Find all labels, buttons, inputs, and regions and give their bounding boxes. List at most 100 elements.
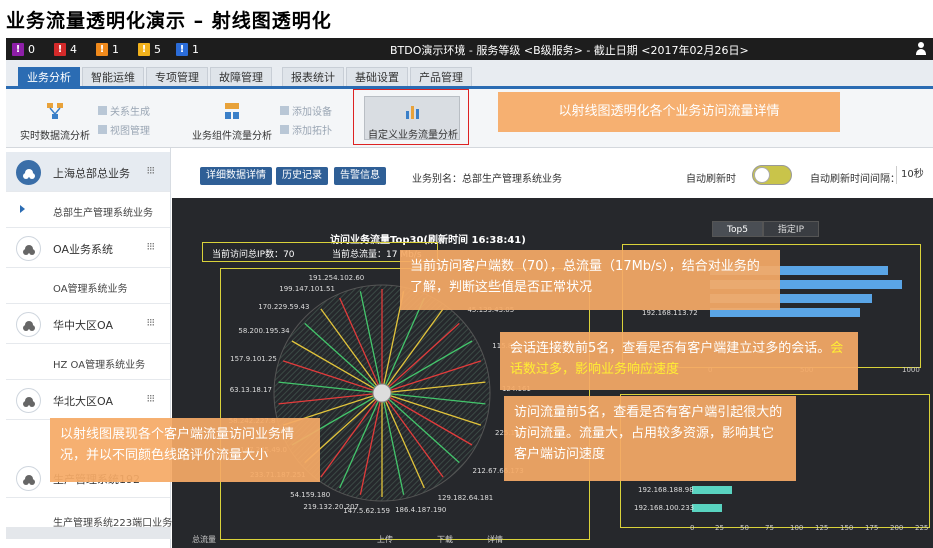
slide: 业务流量透明化演示 – 射线图透明化 ! 0 ! 4 ! 1 ! 5 ! 1 B… <box>0 0 933 548</box>
tab-special-management[interactable]: 专项管理 <box>146 67 208 86</box>
ip-label: 58.200.195.34 <box>238 326 290 335</box>
top-tabs: Top5 指定IP <box>712 221 820 237</box>
tab-fault-management[interactable]: 故障管理 <box>210 67 272 86</box>
sidebar-sub-oa-management[interactable]: OA管理系统业务 <box>6 268 170 304</box>
ip-label: 54.159.180 <box>290 490 331 499</box>
more-icon[interactable]: ⁝⁝⁝ <box>147 164 155 177</box>
add-device-button[interactable]: 添加设备 <box>280 103 332 118</box>
component-flow-button[interactable]: 业务组件流量分析 <box>192 101 272 142</box>
view-icon <box>98 125 107 134</box>
callout-traffic-top5: 访问流量前5名，查看是否有客户端引起很大的访问流量。流量大，占用较多资源，影响其… <box>504 396 796 481</box>
alert-icon: ! <box>12 42 24 56</box>
alert-info-button[interactable]: 告警信息 <box>334 167 386 185</box>
traffic-bar-5 <box>692 504 722 512</box>
business-node-icon <box>16 160 41 185</box>
more-icon[interactable]: ⁝⁝⁝ <box>147 240 155 253</box>
device-icon <box>280 106 289 115</box>
ip-label: 191.254.102.60 <box>308 273 365 282</box>
ip-label: 129.182.64.181 <box>437 494 494 503</box>
sidebar-item-oa[interactable]: OA业务系统 ⁝⁝⁝ <box>6 228 170 268</box>
detail-button[interactable]: 详细数据详情 <box>200 167 272 185</box>
alert-count: 1 <box>192 42 199 56</box>
alert-red[interactable]: ! 4 <box>54 42 77 56</box>
ip-label: 157.9.101.25 <box>230 355 277 364</box>
selected-ribbon-highlight: 自定义业务流量分析 <box>353 89 469 145</box>
slide-title: 业务流量透明化演示 – 射线图透明化 <box>6 10 332 32</box>
tab-specified-ip[interactable]: 指定IP <box>762 221 820 237</box>
ip-label: 186.4.187.190 <box>395 506 447 515</box>
bar-chart-icon <box>406 106 419 119</box>
tab-reports[interactable]: 报表统计 <box>282 67 344 86</box>
session-ip-label: 192.168.113.72 <box>642 309 698 317</box>
alert-icon: ! <box>96 42 108 56</box>
more-icon[interactable]: ⁝⁝⁝ <box>147 392 155 405</box>
axis-tick: 100 <box>790 524 804 532</box>
axis-tick: 50 <box>740 524 749 532</box>
realtime-flow-label: 实时数据流分析 <box>20 131 90 142</box>
callout-radar-description: 以射线图展现各个客户端流量访问业务情况，并以不同颜色线路评价流量大小 <box>50 418 320 482</box>
axis-tick: 225 <box>915 524 929 532</box>
alert-icon: ! <box>54 42 66 56</box>
clients-stat: 当前访问总IP数：70 <box>212 250 295 260</box>
custom-flow-button[interactable]: 自定义业务流量分析 <box>364 96 460 141</box>
view-management-button[interactable]: 视图管理 <box>98 122 150 137</box>
alert-orange[interactable]: ! 1 <box>96 42 119 56</box>
legend-upload: 上传 <box>377 535 393 544</box>
axis-tick: 200 <box>890 524 904 532</box>
alert-icon: ! <box>138 42 150 56</box>
network-flow-icon <box>47 103 63 119</box>
sidebar-item-shanghai[interactable]: 上海总部总业务 ⁝⁝⁝ <box>6 152 170 192</box>
component-flow-label: 业务组件流量分析 <box>192 131 272 142</box>
more-icon[interactable]: ⁝⁝⁝ <box>147 316 155 329</box>
sidebar-item-north-oa[interactable]: 华北大区OA ⁝⁝⁝ <box>6 380 170 420</box>
alert-blue[interactable]: ! 1 <box>176 42 199 56</box>
callout-radar-summary: 以射线图透明化各个业务访问流量详情 <box>498 92 840 132</box>
auto-refresh-toggle[interactable] <box>752 165 792 185</box>
tab-basic-settings[interactable]: 基础设置 <box>346 67 408 86</box>
alert-purple[interactable]: ! 0 <box>12 42 35 56</box>
sidebar-sub-hz-oa[interactable]: HZ OA管理系统业务 <box>6 344 170 380</box>
alert-yellow[interactable]: ! 5 <box>138 42 161 56</box>
sidebar-sub-hq-production[interactable]: 总部生产管理系统业务 <box>6 192 170 228</box>
alert-count: 4 <box>70 42 77 56</box>
alert-count: 0 <box>28 42 35 56</box>
alert-count: 5 <box>154 42 161 56</box>
refresh-interval-value[interactable]: 10秒 <box>896 166 926 184</box>
user-icon[interactable] <box>915 41 927 56</box>
business-sidebar: 上海总部总业务 ⁝⁝⁝ 总部生产管理系统业务 OA业务系统 ⁝⁝⁝ OA管理系统… <box>6 148 172 548</box>
main-tabs: 业务分析 智能运维 专项管理 故障管理 报表统计 基础设置 产品管理 <box>6 60 933 89</box>
topology-icon <box>280 125 289 134</box>
callout-session-top5: 会话连接数前5名，查看是否有客户端建立过多的会话。会话数过多，影响业务响应速度 <box>500 332 858 390</box>
history-button[interactable]: 历史记录 <box>276 167 328 185</box>
axis-tick: 25 <box>715 524 724 532</box>
callout-client-stats: 当前访问客户端数（70），总流量（17Mb/s），结合对业务的了解，判断这些值是… <box>400 250 780 310</box>
traffic-ip-label: 192.168.188.98 <box>638 486 694 494</box>
custom-flow-label: 自定义业务流量分析 <box>368 130 458 141</box>
axis-tick: 125 <box>815 524 829 532</box>
realtime-flow-button[interactable]: 实时数据流分析 <box>20 101 90 142</box>
add-topology-button[interactable]: 添加拓扑 <box>280 122 332 137</box>
relation-generate-button[interactable]: 关系生成 <box>98 103 150 118</box>
axis-tick: 0 <box>690 524 695 532</box>
ip-label: 147.5.62.159 <box>343 507 390 515</box>
traffic-bar-4 <box>692 486 732 494</box>
traffic-ip-label: 192.168.100.233 <box>634 504 695 512</box>
alert-count: 1 <box>112 42 119 56</box>
content-header: 详细数据详情 历史记录 告警信息 业务别名：总部生产管理系统业务 自动刷新时 自… <box>172 148 933 198</box>
status-bar: ! 0 ! 4 ! 1 ! 5 ! 1 BTDO演示环境 - 服务等级 <B级服… <box>6 38 933 60</box>
business-node-icon <box>16 236 41 261</box>
business-alias: 业务别名：总部生产管理系统业务 <box>412 174 562 185</box>
component-icon <box>225 103 239 119</box>
sidebar-scrollbar[interactable] <box>6 527 171 539</box>
tab-top5[interactable]: Top5 <box>712 221 763 237</box>
legend-total: 总流量 <box>192 535 216 544</box>
axis-tick: 75 <box>765 524 774 532</box>
auto-refresh-label: 自动刷新时 <box>686 174 736 185</box>
alert-icon: ! <box>176 42 188 56</box>
sidebar-item-central-oa[interactable]: 华中大区OA ⁝⁝⁝ <box>6 304 170 344</box>
tab-business-analysis[interactable]: 业务分析 <box>18 67 80 86</box>
tab-product-management[interactable]: 产品管理 <box>410 67 472 86</box>
tab-smart-ops[interactable]: 智能运维 <box>82 67 144 86</box>
ip-label: 63.13.18.17 <box>229 386 273 395</box>
legend-detail: 详情 <box>487 535 503 544</box>
